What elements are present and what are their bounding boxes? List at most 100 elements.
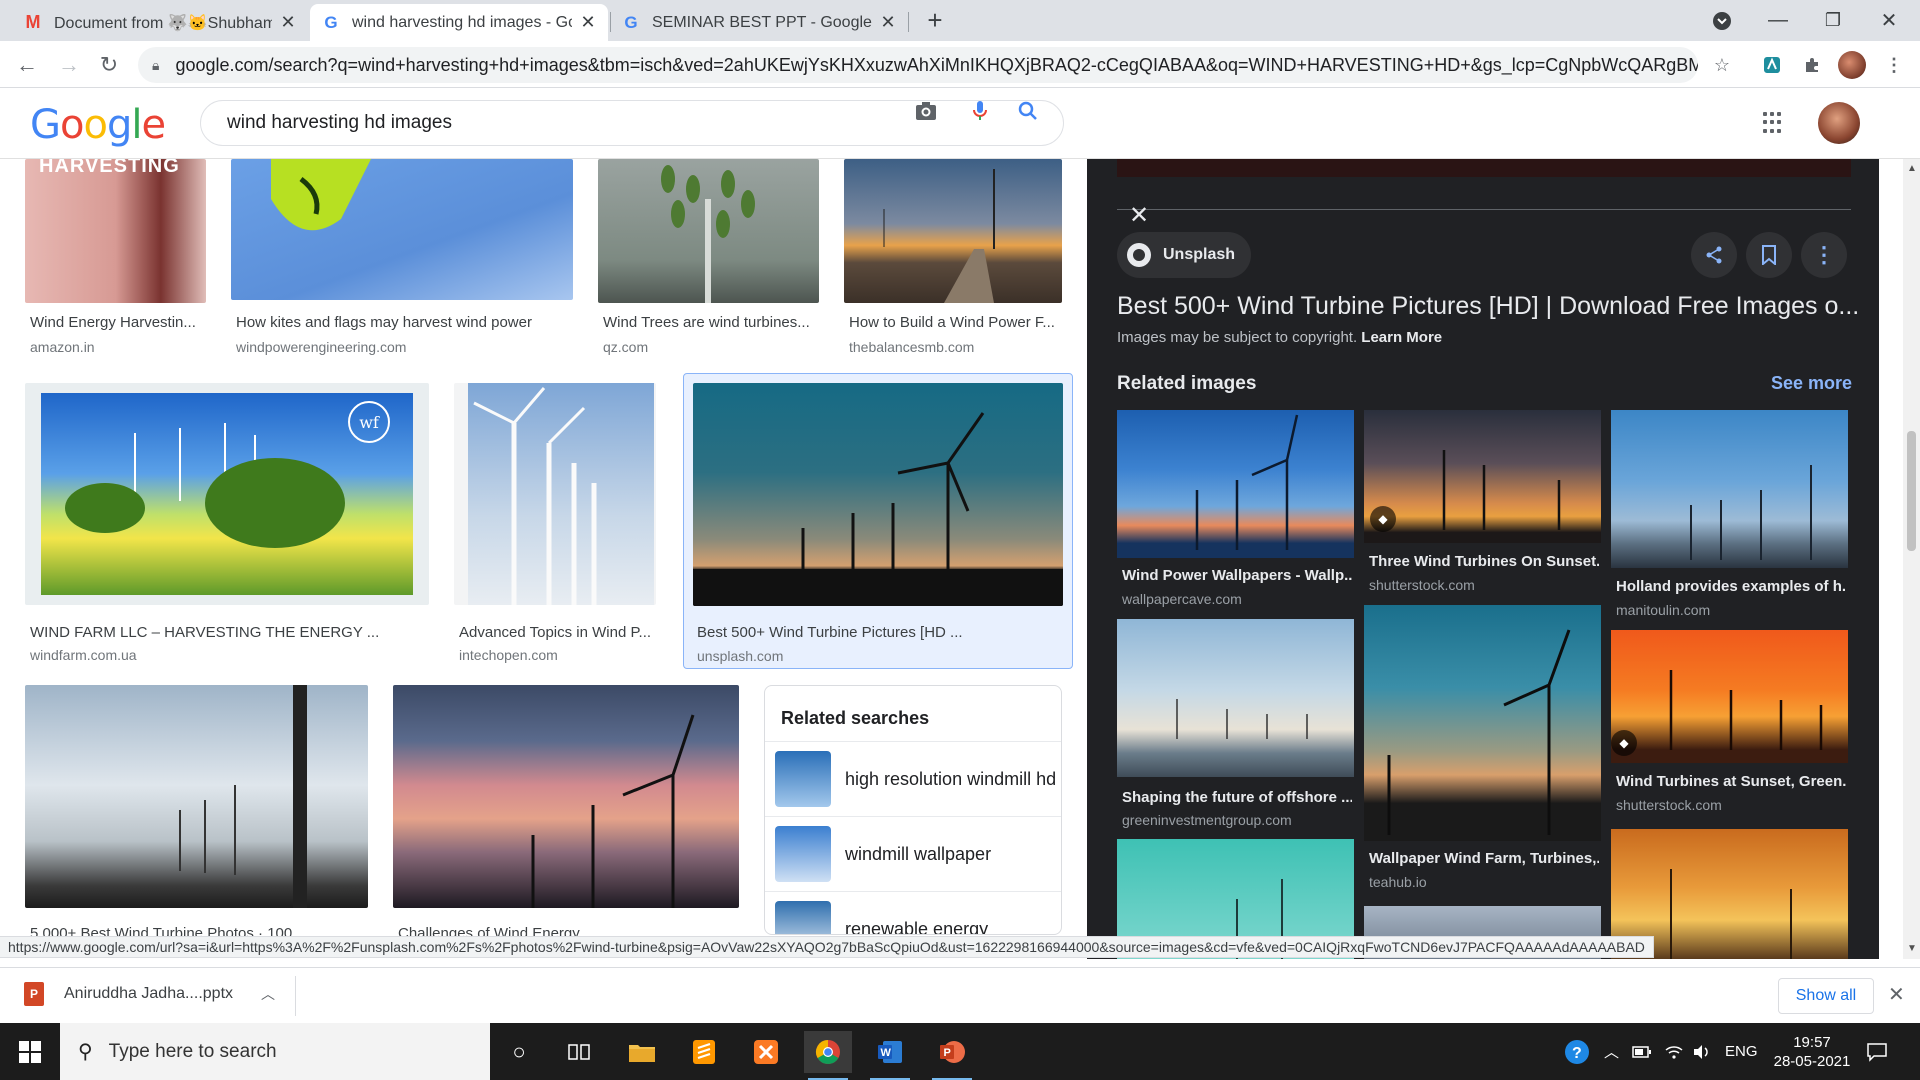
image-result[interactable]: HARVESTING Wind Energy Harvestin... amaz…: [25, 159, 206, 359]
related-image[interactable]: Wallpaper Wind Farm, Turbines,... teahub…: [1364, 605, 1601, 890]
xampp-icon[interactable]: [742, 1031, 790, 1073]
close-panel-icon[interactable]: ✕: [1129, 201, 1149, 230]
related-search-item[interactable]: windmill wallpaper: [765, 817, 1061, 892]
related-source: wallpapercave.com: [1122, 591, 1242, 607]
tab-search-icon[interactable]: [1699, 0, 1745, 41]
source-chip[interactable]: Unsplash: [1117, 232, 1252, 278]
image-result[interactable]: How to Build a Wind Power F... thebalanc…: [844, 159, 1062, 359]
related-search-item[interactable]: renewable energy: [765, 892, 1061, 934]
related-thumbnail: [1364, 605, 1601, 841]
related-search-thumbnail: [775, 751, 831, 807]
volume-icon[interactable]: [1692, 1023, 1712, 1080]
related-image[interactable]: Holland provides examples of h... manito…: [1611, 410, 1848, 620]
save-bookmark-icon[interactable]: [1746, 232, 1792, 278]
result-source: intechopen.com: [459, 647, 558, 663]
related-search-item[interactable]: high resolution windmill hd: [765, 742, 1061, 817]
result-caption: Best 500+ Wind Turbine Pictures [HD ...: [697, 624, 963, 641]
back-arrow-icon[interactable]: ←: [10, 48, 44, 82]
result-thumbnail: [693, 383, 1063, 606]
related-image[interactable]: Shaping the future of offshore ... green…: [1117, 619, 1354, 829]
image-result[interactable]: 5,000+ Best Wind Turbine Photos · 100 ..…: [25, 685, 368, 943]
taskbar-search-box[interactable]: ⚲ Type here to search: [60, 1023, 490, 1080]
close-window-icon[interactable]: ✕: [1866, 0, 1912, 41]
close-downloads-icon[interactable]: ✕: [1888, 982, 1905, 1007]
bookmark-star-icon[interactable]: ☆: [1708, 51, 1736, 79]
close-tab-icon[interactable]: ✕: [880, 12, 896, 33]
sublime-text-icon[interactable]: [680, 1031, 728, 1073]
result-caption: How to Build a Wind Power F...: [849, 314, 1055, 331]
puzzle-extensions-icon[interactable]: [1798, 51, 1826, 79]
page-scrollbar[interactable]: ▲ ▼: [1903, 159, 1920, 959]
image-result[interactable]: wf WIND FARM LLC – HARVESTING THE ENERGY…: [25, 383, 429, 663]
scroll-up-arrow-icon[interactable]: ▲: [1907, 163, 1917, 174]
task-view-icon[interactable]: [555, 1031, 603, 1073]
related-image[interactable]: Wind Power Wallpapers - Wallp... wallpap…: [1117, 410, 1354, 610]
tab-separator: [610, 12, 611, 32]
panel-title[interactable]: Best 500+ Wind Turbine Pictures [HD] | D…: [1117, 292, 1857, 321]
close-tab-icon[interactable]: ✕: [580, 12, 596, 33]
chevron-up-icon[interactable]: ︿: [261, 984, 275, 1004]
profile-avatar[interactable]: [1838, 51, 1866, 79]
related-image[interactable]: ◆ Three Wind Turbines On Sunset... shutt…: [1364, 410, 1601, 600]
system-clock[interactable]: 19:57 28-05-2021: [1762, 1033, 1862, 1071]
notifications-icon[interactable]: [1866, 1023, 1888, 1080]
word-icon[interactable]: W: [866, 1031, 914, 1080]
result-source: thebalancesmb.com: [849, 339, 975, 355]
related-caption: Wind Power Wallpapers - Wallp...: [1122, 567, 1352, 584]
image-result[interactable]: How kites and flags may harvest wind pow…: [231, 159, 573, 359]
related-searches-card: Related searches high resolution windmil…: [764, 685, 1062, 935]
chrome-taskbar-icon[interactable]: [804, 1031, 852, 1080]
google-apps-icon[interactable]: [1763, 112, 1785, 134]
image-result[interactable]: Advanced Topics in Wind P... intechopen.…: [454, 383, 656, 663]
download-item[interactable]: P Aniruddha Jadha....pptx ︿: [24, 982, 275, 1006]
new-tab-button[interactable]: +: [912, 0, 958, 41]
cortana-icon[interactable]: ○: [495, 1031, 543, 1073]
google-logo[interactable]: Google: [30, 102, 166, 148]
maximize-icon[interactable]: ❐: [1810, 0, 1856, 41]
learn-more-link[interactable]: Learn More: [1361, 329, 1442, 346]
image-result[interactable]: Wind Trees are wind turbines... qz.com: [598, 159, 819, 359]
see-more-link[interactable]: See more: [1771, 373, 1852, 394]
close-tab-icon[interactable]: ✕: [280, 12, 296, 33]
result-thumbnail: HARVESTING: [25, 159, 206, 303]
battery-icon[interactable]: [1632, 1023, 1652, 1080]
extension-icon[interactable]: [1758, 51, 1786, 79]
minimize-icon[interactable]: —: [1755, 0, 1801, 41]
result-source: qz.com: [603, 339, 649, 355]
menu-kebab-icon[interactable]: ⋮: [1880, 51, 1908, 79]
tab-separator: [908, 12, 909, 32]
file-explorer-icon[interactable]: [618, 1031, 666, 1073]
product-tag-icon: ◆: [1370, 506, 1396, 532]
wifi-icon[interactable]: [1664, 1023, 1684, 1080]
selected-image-result[interactable]: Best 500+ Wind Turbine Pictures [HD ... …: [683, 373, 1073, 669]
related-caption: Three Wind Turbines On Sunset...: [1369, 553, 1599, 570]
address-bar[interactable]: 🔒︎ google.com/search?q=wind+harvesting+h…: [138, 47, 1698, 83]
tab-title: wind harvesting hd images - Goo: [352, 13, 572, 31]
microphone-icon[interactable]: [968, 99, 992, 123]
camera-icon[interactable]: [914, 99, 938, 123]
related-image[interactable]: ◆ Wind Turbines at Sunset, Green... shut…: [1611, 630, 1848, 820]
more-options-icon[interactable]: ⋮: [1801, 232, 1847, 278]
tab-wind-harvesting[interactable]: G wind harvesting hd images - Goo ✕: [310, 4, 608, 41]
scroll-down-arrow-icon[interactable]: ▼: [1907, 943, 1917, 954]
related-search-thumbnail: [775, 901, 831, 934]
reload-icon[interactable]: ↻: [92, 48, 126, 82]
result-caption: Wind Energy Harvestin...: [30, 314, 196, 331]
chevron-up-icon[interactable]: ︿: [1604, 1023, 1619, 1080]
search-icon[interactable]: [1016, 99, 1040, 123]
forward-arrow-icon[interactable]: →: [52, 48, 86, 82]
tab-seminar-ppt[interactable]: G SEMINAR BEST PPT - Google Sea ✕: [610, 4, 908, 41]
source-name: Unsplash: [1163, 246, 1236, 263]
show-all-downloads-button[interactable]: Show all: [1778, 978, 1874, 1014]
powerpoint-icon[interactable]: P: [928, 1031, 976, 1080]
start-button[interactable]: [0, 1023, 60, 1080]
share-icon[interactable]: [1691, 232, 1737, 278]
help-icon[interactable]: ?: [1563, 1023, 1591, 1080]
result-source: windpowerengineering.com: [236, 339, 407, 355]
language-indicator[interactable]: ENG: [1725, 1023, 1758, 1080]
windows-taskbar: ⚲ Type here to search ○ W P ? ︿ ENG 19:5…: [0, 1023, 1920, 1080]
tab-gmail-document[interactable]: M Document from 🐺🐱Shubham🌈 ✕: [12, 4, 308, 41]
image-result[interactable]: Challenges of Wind Energy: [393, 685, 739, 943]
account-avatar[interactable]: [1818, 102, 1860, 144]
scroll-thumb[interactable]: [1907, 431, 1916, 551]
